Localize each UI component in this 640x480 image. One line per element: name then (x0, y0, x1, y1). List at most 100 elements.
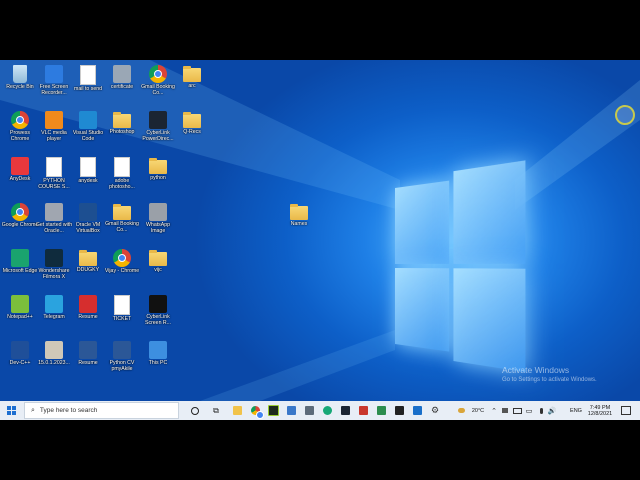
desktop-icon-label: Names (290, 221, 308, 227)
desktop-icon[interactable]: mail to send (69, 63, 107, 107)
vlc-icon (45, 111, 63, 129)
desktop-icon-label: Recycle Bin (6, 84, 34, 90)
taskbar-app-terminal[interactable] (392, 401, 406, 420)
desktop-icon[interactable]: Resume (69, 293, 107, 337)
desktop-icon[interactable]: Photoshop (103, 109, 141, 153)
desktop-icon[interactable]: Free Screen Recorder... (35, 63, 73, 107)
desktop-icon[interactable]: Q-Recs (173, 109, 211, 153)
desktop-icon-label: mail to send (74, 86, 102, 92)
weather-temp[interactable]: 20°C (468, 401, 488, 420)
word-icon (113, 341, 131, 359)
desktop-icon[interactable]: Names (280, 201, 318, 245)
desktop-icon-label: arc (188, 83, 196, 89)
taskbar-search[interactable]: ⌕ Type here to search (24, 402, 179, 419)
clock[interactable]: 7:49 PM 12/8/2021 (585, 401, 615, 420)
vscode-icon (79, 111, 97, 129)
desktop-icon[interactable]: Vijay - Chrome (103, 247, 141, 291)
language-indicator[interactable]: ENG (568, 401, 584, 420)
desktop-icon-label: Prowess Chrome (10, 130, 30, 142)
image-icon (149, 203, 167, 221)
desktop-icon[interactable]: Dev-C++ (1, 339, 39, 383)
weather-icon[interactable] (456, 401, 466, 420)
desktop-icon[interactable]: 15.0.1.2023... (35, 339, 73, 383)
edge-icon (322, 406, 332, 415)
desktop-icon[interactable]: Gmail Booking Co... (103, 201, 141, 245)
watermark-title: Activate Windows (502, 365, 570, 375)
app-icon (286, 406, 296, 415)
edge-icon (11, 249, 29, 267)
taskbar-file-explorer[interactable] (230, 401, 244, 420)
notifications-button[interactable] (618, 401, 634, 420)
desktop-icon[interactable]: This PC (139, 339, 177, 383)
desktop-icon[interactable]: Wondershare Filmora X (35, 247, 73, 291)
chrome-icon (149, 65, 167, 83)
desktop-icon[interactable]: Oracle VM VirtualBox (69, 201, 107, 245)
battery-icon[interactable] (512, 401, 522, 420)
taskbar-app-cyberlink[interactable] (338, 401, 352, 420)
cortana-button[interactable] (188, 401, 202, 420)
network-icon[interactable]: ▭ (524, 401, 534, 420)
cortana-icon (191, 406, 199, 415)
chevron-up-icon[interactable]: ⌃ (490, 401, 498, 420)
desktop-icon[interactable]: WhatsApp Image (139, 201, 177, 245)
taskbar-app-office[interactable] (356, 401, 370, 420)
document-icon (46, 157, 62, 177)
desktop-icon[interactable]: DDUGKY (69, 247, 107, 291)
desktop-icon[interactable]: Resume (69, 339, 107, 383)
cyberlink-icon (340, 406, 350, 415)
desktop-icon[interactable]: Gmail Booking Co... (139, 63, 177, 107)
desktop-icon-label: DDUGKY (76, 267, 100, 273)
desktop-icon[interactable]: certificate (103, 63, 141, 107)
start-button[interactable] (2, 401, 20, 420)
desktop-icon[interactable]: CyberLink PowerDirec... (139, 109, 177, 153)
taskbar-app-notes[interactable] (266, 401, 280, 420)
desktop-icon[interactable]: CyberLink Screen R... (139, 293, 177, 337)
desktop-icon-label: AnyDesk (9, 176, 31, 182)
desktop-icon-label: Telegram (43, 314, 65, 320)
desktop-icon-label: Visual Studio Code (72, 130, 104, 142)
desktop-icon-label: Resume (78, 314, 98, 320)
desktop-icon[interactable]: VLC media player (35, 109, 73, 153)
desktop-icon-label: This PC (148, 360, 168, 366)
taskbar-edge[interactable] (320, 401, 334, 420)
taskbar-app-remote[interactable] (302, 401, 316, 420)
desktop-icon[interactable]: Python CV pmyAkile (103, 339, 141, 383)
desktop-icon-label: Google Chrome (1, 222, 39, 228)
chrome-icon (250, 406, 264, 419)
desktop-icon[interactable]: arc (173, 63, 211, 107)
devcpp-icon (11, 341, 29, 359)
desktop-icon[interactable]: Google Chrome (1, 201, 39, 245)
taskbar-settings[interactable]: ⚙ (428, 401, 442, 420)
desktop-icon-label: Oracle VM VirtualBox (75, 222, 101, 234)
taskbar-app-settings[interactable] (284, 401, 298, 420)
desktop-icon-label: Q-Recs (183, 129, 201, 135)
gear-icon: ⚙ (430, 405, 440, 415)
desktop-icon[interactable]: vijc (139, 247, 177, 291)
taskbar-chrome[interactable] (248, 401, 264, 420)
desktop-icon[interactable]: anydesk (69, 155, 107, 199)
telegram-icon (45, 295, 63, 313)
desktop-icon-label: Python CV pmyAkile (109, 360, 135, 372)
desktop-icon-label: Gmail Booking Co... (141, 84, 175, 96)
desktop-icon[interactable]: PYTHON COURSE S... (35, 155, 73, 199)
desktop-icon[interactable]: TICKET (103, 293, 141, 337)
tray-app-icon[interactable] (500, 401, 510, 420)
desktop-icon[interactable]: AnyDesk (1, 155, 39, 199)
desktop-icon[interactable]: Telegram (35, 293, 73, 337)
microphone-icon[interactable] (536, 401, 546, 420)
desktop-icon[interactable]: Prowess Chrome (1, 109, 39, 153)
desktop-icon[interactable]: adobe photosho... (103, 155, 141, 199)
taskbar-app-media[interactable] (410, 401, 424, 420)
desktop-icon[interactable]: python (139, 155, 177, 199)
desktop-icon[interactable]: Get started with Oracle... (35, 201, 73, 245)
terminal-icon (394, 406, 404, 415)
desktop-icon[interactable]: Visual Studio Code (69, 109, 107, 153)
desktop-icon[interactable]: Microsoft Edge (1, 247, 39, 291)
task-view-icon: ⧉ (213, 405, 219, 415)
desktop-icon-label: vijc (154, 267, 162, 273)
volume-icon[interactable]: 🔊 (547, 401, 557, 420)
taskbar-app-photos[interactable] (374, 401, 388, 420)
task-view-button[interactable]: ⧉ (208, 401, 224, 420)
desktop-icon[interactable]: Notepad++ (1, 293, 39, 337)
desktop-icon[interactable]: Recycle Bin (1, 63, 39, 107)
